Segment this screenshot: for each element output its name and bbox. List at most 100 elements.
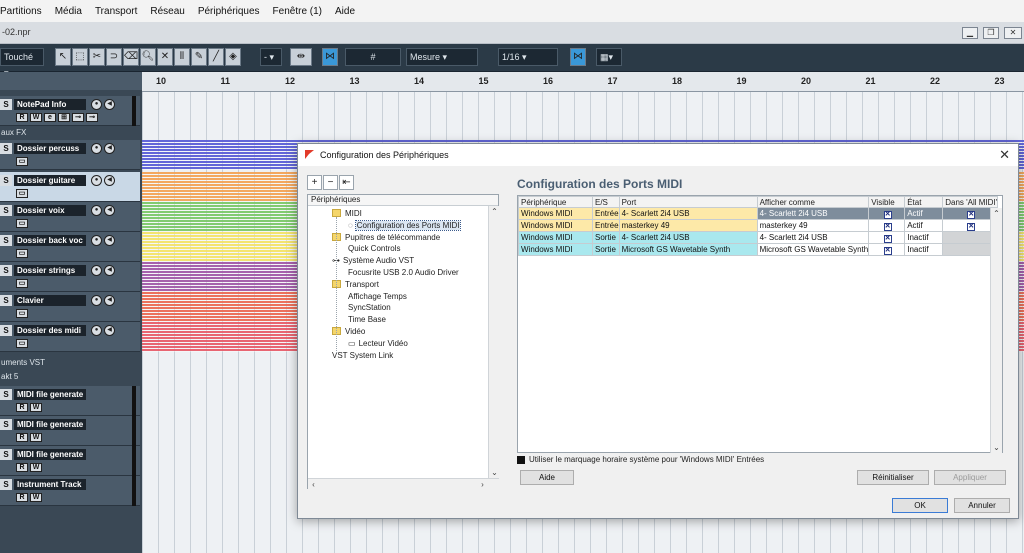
monitor-icon[interactable]: ● xyxy=(91,143,102,154)
cell-display-as[interactable]: 4- Scarlett 2i4 USB xyxy=(756,207,870,220)
port-row[interactable]: Windows MIDI Entrée masterkey 49 masterkey … xyxy=(518,219,999,232)
menu-item[interactable]: Réseau xyxy=(150,6,184,17)
help-button[interactable]: Aide xyxy=(520,470,574,485)
column-header[interactable]: Dans 'All MIDI' xyxy=(942,196,999,208)
monitor-icon[interactable]: ● xyxy=(91,205,102,216)
erase-tool-icon[interactable]: ⌫ xyxy=(123,48,139,66)
remove-device-button[interactable]: − xyxy=(323,175,338,190)
track-header[interactable]: S Dossier des midi ● ◀ ▭ xyxy=(0,322,140,352)
menu-item[interactable]: Aide xyxy=(335,6,355,17)
scroll-up-icon[interactable]: ⌃ xyxy=(991,208,1002,219)
system-timestamp-checkbox[interactable] xyxy=(517,456,525,464)
all-midi-checkbox[interactable]: ✕ xyxy=(967,210,976,219)
solo-button[interactable]: S xyxy=(0,479,12,490)
folder-icon[interactable]: ▭ xyxy=(16,249,28,258)
glue-tool-icon[interactable]: ⊃ xyxy=(106,48,122,66)
column-header[interactable]: État xyxy=(904,196,944,208)
speaker-icon[interactable]: ◀ xyxy=(104,205,115,216)
folder-icon[interactable]: ▭ xyxy=(16,157,28,166)
solo-button[interactable]: S xyxy=(0,175,12,186)
visible-checkbox[interactable]: ✕ xyxy=(883,246,892,255)
write-button[interactable]: W xyxy=(30,113,42,122)
monitor-icon[interactable]: ● xyxy=(91,295,102,306)
color-palette-icon[interactable]: ▦▾ xyxy=(596,48,622,66)
scroll-right-icon[interactable]: › xyxy=(477,479,488,490)
grid-select[interactable]: Mesure ▾ xyxy=(406,48,478,66)
monitor-icon[interactable]: ● xyxy=(91,325,102,336)
restore-button[interactable]: ❐ xyxy=(983,27,999,39)
read-button[interactable]: R xyxy=(16,493,28,502)
monitor-icon[interactable]: ● xyxy=(91,99,102,110)
close-icon[interactable]: ✕ xyxy=(999,147,1010,163)
grid-type-select[interactable]: # xyxy=(345,48,401,66)
menu-item[interactable]: Transport xyxy=(95,6,137,17)
solo-button[interactable]: S xyxy=(0,99,12,110)
column-header[interactable]: Périphérique xyxy=(518,196,593,208)
menu-item[interactable]: Fenêtre (1) xyxy=(273,6,322,17)
snap-mode-select[interactable]: - ▾ xyxy=(260,48,282,66)
read-button[interactable]: R xyxy=(16,433,28,442)
all-midi-checkbox[interactable]: ✕ xyxy=(967,222,976,231)
split-tool-icon[interactable]: ✂ xyxy=(89,48,105,66)
cell-display-as[interactable]: masterkey 49 xyxy=(756,219,870,232)
solo-button[interactable]: S xyxy=(0,419,12,430)
tree-item[interactable]: SyncStation xyxy=(348,303,391,313)
speaker-icon[interactable]: ◀ xyxy=(104,175,115,186)
port-row[interactable]: Windows MIDI Sortie 4- Scarlett 2i4 USB 4- … xyxy=(518,231,999,244)
cell-visible[interactable]: ✕ xyxy=(868,231,906,244)
solo-button[interactable]: S xyxy=(0,205,12,216)
cell-display-as[interactable]: Microsoft GS Wavetable Synth xyxy=(756,243,870,256)
speaker-icon[interactable]: ◀ xyxy=(104,325,115,336)
track-header[interactable]: S Dossier percuss ● ◀ ▭ xyxy=(0,140,140,170)
track-header[interactable]: S Dossier voix ● ◀ ▭ xyxy=(0,202,140,232)
solo-button[interactable]: S xyxy=(0,389,12,400)
monitor-icon[interactable]: ● xyxy=(91,175,102,186)
minimize-button[interactable]: ▁ xyxy=(962,27,978,39)
quantize-toggle-icon[interactable]: ⋈ xyxy=(570,48,586,66)
ok-button[interactable]: OK xyxy=(892,498,948,513)
column-header[interactable]: Afficher comme xyxy=(756,196,870,208)
lanes-icon[interactable]: ⊞ xyxy=(58,113,70,122)
speaker-icon[interactable]: ◀ xyxy=(104,295,115,306)
speaker-icon[interactable]: ◀ xyxy=(104,235,115,246)
scroll-down-icon[interactable]: ⌄ xyxy=(489,467,500,478)
tree-item[interactable]: ▭ Lecteur Vidéo xyxy=(348,339,408,349)
snap-toggle-icon[interactable]: ⋈ xyxy=(322,48,338,66)
menu-item[interactable]: Partitions xyxy=(0,6,42,17)
tree-item[interactable]: Focusrite USB 2.0 Audio Driver xyxy=(348,268,459,278)
menu-item[interactable]: Média xyxy=(55,6,82,17)
close-window-button[interactable]: ✕ xyxy=(1004,27,1022,39)
write-button[interactable]: W xyxy=(30,463,42,472)
menu-item[interactable]: Périphériques xyxy=(198,6,260,17)
folder-icon[interactable]: ▭ xyxy=(16,339,28,348)
visible-checkbox[interactable]: ✕ xyxy=(883,222,892,231)
cell-visible[interactable]: ✕ xyxy=(868,207,906,220)
solo-button[interactable]: S xyxy=(0,265,12,276)
track-header[interactable]: S MIDI file generate R W xyxy=(0,446,140,476)
tree-item[interactable]: Affichage Temps xyxy=(348,292,407,302)
zoom-tool-icon[interactable]: 🔍︎ xyxy=(140,48,156,66)
folder-icon[interactable]: ▭ xyxy=(16,279,28,288)
port-row[interactable]: Windows MIDI Entrée 4- Scarlett 2i4 USB 4- … xyxy=(518,207,999,220)
pointer-tool-icon[interactable]: ↖ xyxy=(55,48,71,66)
write-button[interactable]: W xyxy=(30,493,42,502)
reset-tree-button[interactable]: ⇤ xyxy=(339,175,354,190)
solo-button[interactable]: S xyxy=(0,235,12,246)
mute-tool-icon[interactable]: ✕ xyxy=(157,48,173,66)
track-header[interactable]: S MIDI file generate R W xyxy=(0,416,140,446)
insert-icon[interactable]: ⊸ xyxy=(72,113,84,122)
tree-item[interactable]: ◌ Configuration des Ports MIDI xyxy=(348,219,462,231)
solo-button[interactable]: S xyxy=(0,449,12,460)
tree-vertical-scrollbar[interactable]: ⌃ ⌄ xyxy=(488,206,500,478)
read-button[interactable]: R xyxy=(16,463,28,472)
tree-item[interactable]: Time Base xyxy=(348,315,386,325)
add-device-button[interactable]: + xyxy=(307,175,322,190)
draw-tool-icon[interactable]: ✎ xyxy=(191,48,207,66)
range-tool-icon[interactable]: ⬚ xyxy=(72,48,88,66)
solo-button[interactable]: S xyxy=(0,295,12,306)
speaker-icon[interactable]: ◀ xyxy=(104,143,115,154)
scroll-down-icon[interactable]: ⌄ xyxy=(991,442,1002,453)
column-header[interactable]: Visible xyxy=(868,196,906,208)
automation-mode-select[interactable]: Touché ▾ xyxy=(0,48,44,78)
visible-checkbox[interactable]: ✕ xyxy=(883,234,892,243)
